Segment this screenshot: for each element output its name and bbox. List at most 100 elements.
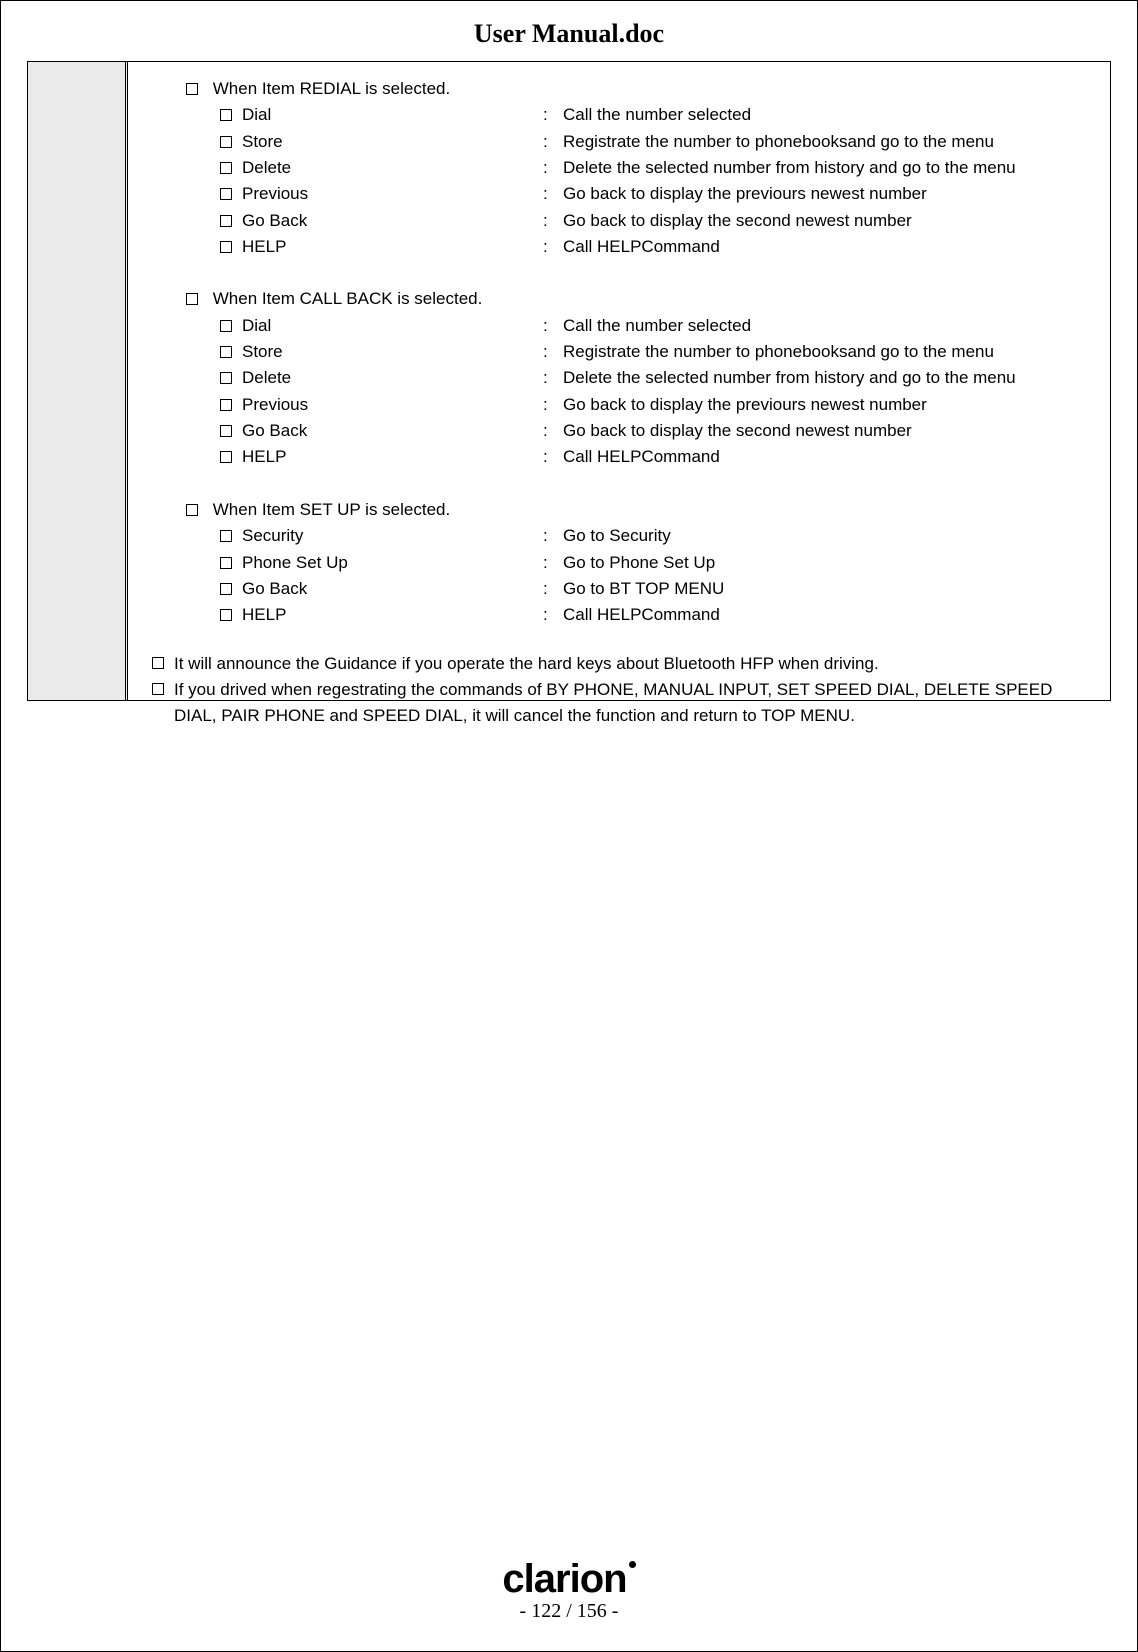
checkbox-icon (220, 320, 232, 332)
item-label: Go Back (242, 211, 307, 230)
brand-text: clarion (502, 1557, 626, 1601)
content-frame: When Item REDIAL is selected. Dial : Cal… (27, 61, 1111, 701)
item-label: Delete (242, 368, 291, 387)
note-text: If you drived when regestrating the comm… (174, 677, 1100, 730)
checkbox-icon (186, 293, 198, 305)
colon: : (543, 392, 563, 418)
item-desc: Call the number selected (563, 313, 1100, 339)
checkbox-icon (186, 83, 198, 95)
item-desc: Delete the selected number from history … (563, 155, 1100, 181)
item-label: Store (242, 132, 283, 151)
section-header-text: When Item REDIAL is selected. (213, 79, 450, 98)
item-desc: Registrate the number to phonebooksand g… (563, 339, 1100, 365)
item-label: Delete (242, 158, 291, 177)
checkbox-icon (152, 657, 164, 669)
content-area: When Item REDIAL is selected. Dial : Cal… (128, 62, 1110, 700)
item-label: Previous (242, 184, 308, 203)
colon: : (543, 129, 563, 155)
colon: : (543, 365, 563, 391)
item-desc: Go to Phone Set Up (563, 550, 1100, 576)
colon: : (543, 102, 563, 128)
colon: : (543, 418, 563, 444)
item-label: Security (242, 526, 303, 545)
checkbox-icon (220, 399, 232, 411)
checkbox-icon (220, 215, 232, 227)
checkbox-icon (220, 346, 232, 358)
item-label: Go Back (242, 579, 307, 598)
checkbox-icon (220, 557, 232, 569)
list-item: Previous : Go back to display the previo… (128, 181, 1100, 207)
checkbox-icon (152, 683, 164, 695)
list-item: Phone Set Up : Go to Phone Set Up (128, 550, 1100, 576)
item-label: Go Back (242, 421, 307, 440)
colon: : (543, 550, 563, 576)
left-gutter (28, 62, 128, 700)
item-desc: Delete the selected number from history … (563, 365, 1100, 391)
item-desc: Call HELPCommand (563, 444, 1100, 470)
item-label: Phone Set Up (242, 553, 348, 572)
section-header-text: When Item CALL BACK is selected. (213, 289, 483, 308)
colon: : (543, 208, 563, 234)
page: User Manual.doc When Item REDIAL is sele… (0, 0, 1138, 1652)
item-desc: Go back to display the previours newest … (563, 392, 1100, 418)
list-item: Go Back : Go to BT TOP MENU (128, 576, 1100, 602)
colon: : (543, 339, 563, 365)
colon: : (543, 181, 563, 207)
checkbox-icon (220, 162, 232, 174)
checkbox-icon (220, 136, 232, 148)
checkbox-icon (220, 188, 232, 200)
colon: : (543, 234, 563, 260)
checkbox-icon (220, 425, 232, 437)
section-header: When Item SET UP is selected. (128, 497, 1100, 523)
list-item: Dial : Call the number selected (128, 102, 1100, 128)
list-item: Previous : Go back to display the previo… (128, 392, 1100, 418)
list-item: Security : Go to Security (128, 523, 1100, 549)
item-desc: Call the number selected (563, 102, 1100, 128)
footer: clarion - 122 / 156 - (1, 1557, 1137, 1623)
colon: : (543, 444, 563, 470)
item-desc: Go back to display the second newest num… (563, 208, 1100, 234)
item-label: HELP (242, 237, 286, 256)
note-text: It will announce the Guidance if you ope… (174, 651, 1100, 677)
list-item: Store : Registrate the number to phonebo… (128, 129, 1100, 155)
checkbox-icon (220, 530, 232, 542)
checkbox-icon (220, 609, 232, 621)
colon: : (543, 602, 563, 628)
colon: : (543, 155, 563, 181)
item-desc: Go to Security (563, 523, 1100, 549)
item-desc: Go to BT TOP MENU (563, 576, 1100, 602)
list-item: Dial : Call the number selected (128, 313, 1100, 339)
item-label: Previous (242, 395, 308, 414)
checkbox-icon (186, 504, 198, 516)
section-header: When Item CALL BACK is selected. (128, 286, 1100, 312)
colon: : (543, 313, 563, 339)
list-item: Go Back : Go back to display the second … (128, 208, 1100, 234)
item-desc: Registrate the number to phonebooksand g… (563, 129, 1100, 155)
colon: : (543, 576, 563, 602)
section-header: When Item REDIAL is selected. (128, 76, 1100, 102)
checkbox-icon (220, 372, 232, 384)
item-label: Dial (242, 105, 271, 124)
checkbox-icon (220, 451, 232, 463)
checkbox-icon (220, 583, 232, 595)
note-item: If you drived when regestrating the comm… (128, 677, 1100, 730)
page-title: User Manual.doc (27, 19, 1111, 49)
list-item: Go Back : Go back to display the second … (128, 418, 1100, 444)
list-item: Delete : Delete the selected number from… (128, 365, 1100, 391)
note-item: It will announce the Guidance if you ope… (128, 651, 1100, 677)
item-desc: Go back to display the second newest num… (563, 418, 1100, 444)
list-item: Store : Registrate the number to phonebo… (128, 339, 1100, 365)
list-item: Delete : Delete the selected number from… (128, 155, 1100, 181)
list-item: HELP : Call HELPCommand (128, 444, 1100, 470)
item-desc: Call HELPCommand (563, 602, 1100, 628)
checkbox-icon (220, 241, 232, 253)
brand-logo: clarion (1, 1557, 1137, 1602)
item-desc: Go back to display the previours newest … (563, 181, 1100, 207)
item-label: HELP (242, 447, 286, 466)
page-number: - 122 / 156 - (1, 1600, 1137, 1623)
item-label: HELP (242, 605, 286, 624)
item-label: Store (242, 342, 283, 361)
checkbox-icon (220, 109, 232, 121)
section-header-text: When Item SET UP is selected. (213, 500, 450, 519)
logo-dot-icon (629, 1561, 636, 1568)
